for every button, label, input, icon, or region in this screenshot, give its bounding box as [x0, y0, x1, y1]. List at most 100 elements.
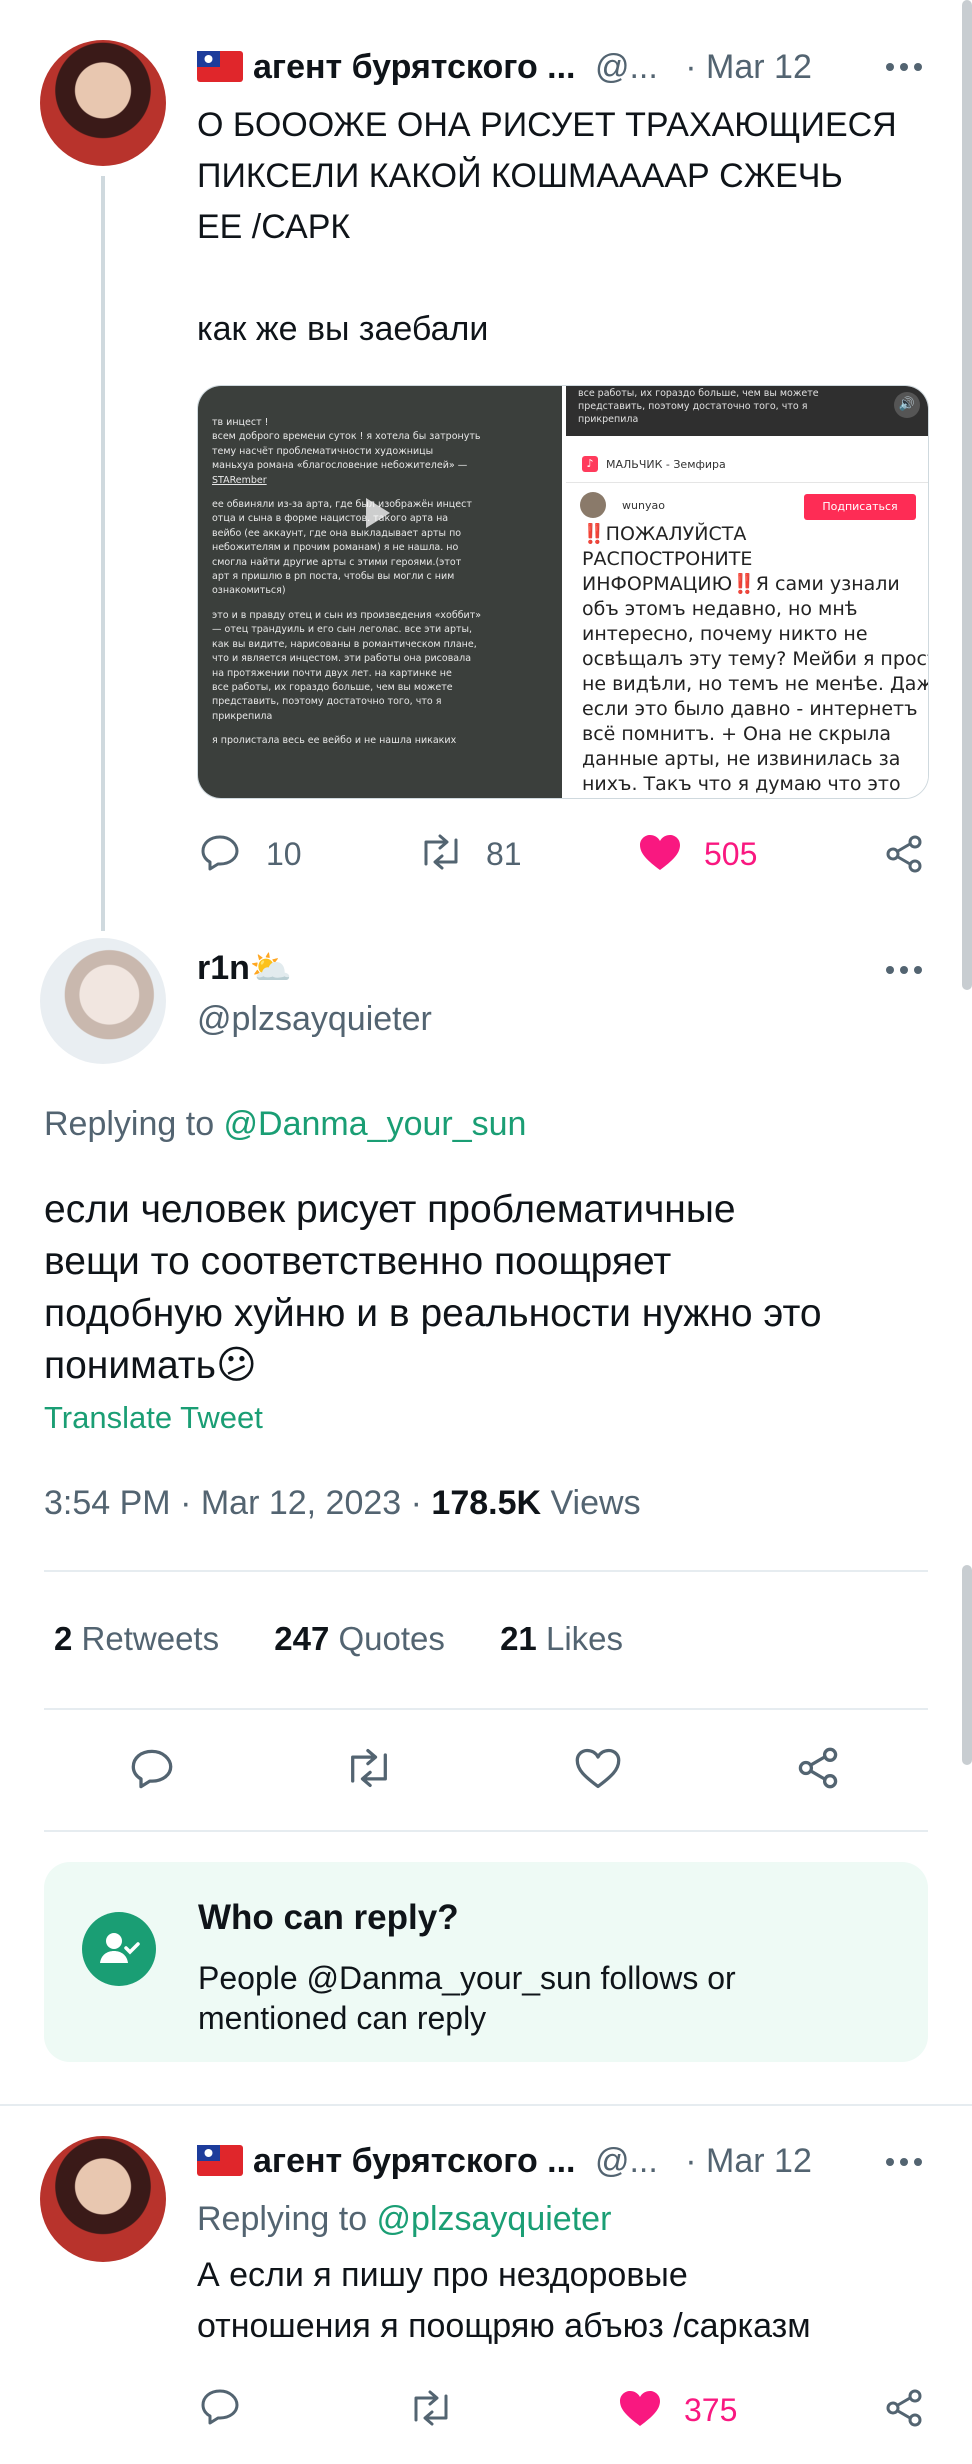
- music-note-icon: ♪: [582, 456, 598, 472]
- author-name[interactable]: агент бурятского ...: [253, 48, 576, 86]
- tweet-text-line: если человек рисует проблематичные: [44, 1188, 736, 1231]
- media-text: ‼️ПОЖАЛУЙСТА: [582, 523, 747, 545]
- heart-icon[interactable]: [574, 1748, 622, 1790]
- media-text: тему насчёт проблематичности художницы: [212, 445, 434, 457]
- quotes-stat[interactable]: 247 Quotes: [274, 1620, 445, 1657]
- share-icon[interactable]: [796, 1746, 840, 1790]
- share-icon[interactable]: [884, 834, 924, 874]
- tweet-date[interactable]: · Mar 12: [685, 2142, 812, 2180]
- replying-to-link[interactable]: @plzsayquieter: [377, 2200, 612, 2238]
- banner-line: mentioned can reply: [198, 2000, 487, 2036]
- media-text: STARember: [212, 474, 267, 486]
- avatar[interactable]: [40, 2136, 166, 2262]
- media-image-right[interactable]: все работы, их гораздо больше, чем вы мо…: [566, 386, 929, 798]
- media-text: РАСПОСТРОНИТЕ: [582, 548, 753, 570]
- retweets-count: 2: [54, 1620, 73, 1657]
- reply-count: 10: [266, 836, 302, 872]
- likes-count: 21: [500, 1620, 537, 1657]
- media-text: на протяжении почти двух лет. на картинк…: [212, 667, 452, 679]
- media-text: тв инцест !: [212, 417, 269, 428]
- reply-icon[interactable]: [200, 834, 240, 872]
- quotes-label: Quotes: [329, 1620, 445, 1657]
- media-text: представить, поэтому достаточно того, чт…: [578, 401, 808, 412]
- volume-icon[interactable]: 🔊: [894, 392, 920, 418]
- replying-prefix: Replying to: [197, 2200, 377, 2238]
- who-can-reply-banner: Who can reply? People @Danma_your_sun fo…: [44, 1862, 928, 2062]
- translate-link[interactable]: Translate Tweet: [44, 1400, 263, 1436]
- tweet-header: агент бурятского ... @... · Mar 12: [197, 2142, 812, 2186]
- tweet-text-line: А если я пишу про нездоровые: [197, 2256, 688, 2294]
- banner-title: Who can reply?: [198, 1898, 459, 1937]
- flag-icon: [197, 51, 243, 82]
- follow-button[interactable]: Подписаться: [804, 494, 916, 520]
- media-text: объ этомъ недавно, но мнѣ: [582, 598, 858, 620]
- retweet-icon[interactable]: [408, 2390, 454, 2426]
- reply-icon[interactable]: [200, 2388, 240, 2426]
- media-text: арт я пришлю в рп поста, чтобы вы могли …: [212, 571, 455, 583]
- tweet-text-line: как же вы заебали: [197, 310, 489, 348]
- retweet-icon[interactable]: [344, 1748, 394, 1788]
- tweet-timestamp: 3:54 PM · Mar 12, 2023 · 178.5K Views: [44, 1484, 641, 1523]
- tweet-media[interactable]: тв инцест ! всем доброго времени суток !…: [197, 385, 929, 799]
- reply-icon[interactable]: [130, 1748, 174, 1790]
- media-text: смогла найти другие арты с этими героями…: [212, 556, 462, 568]
- play-icon[interactable]: [366, 498, 390, 528]
- media-text: прикрепила: [212, 710, 273, 722]
- views-label: Views: [541, 1484, 641, 1522]
- media-text: — отец трандуиль и его сын леголас. все …: [212, 624, 473, 636]
- scrollbar-top[interactable]: [962, 0, 972, 990]
- tweet-text: О БОООЖЕ ОНА РИСУЕТ ТРАХАЮЩИЕСЯ ПИКСЕЛИ …: [197, 100, 897, 355]
- scrollbar-bottom[interactable]: [962, 1565, 972, 1765]
- avatar[interactable]: [40, 40, 166, 166]
- quotes-count: 247: [274, 1620, 330, 1657]
- media-text: всё помнитъ. + Она не скрыла: [582, 723, 892, 745]
- tiktok-username: wunyao: [622, 499, 665, 512]
- flag-icon: [197, 2145, 243, 2176]
- replying-to-link[interactable]: @Danma_your_sun: [224, 1105, 527, 1143]
- like-count: 375: [684, 2392, 738, 2428]
- retweets-stat[interactable]: 2 Retweets: [54, 1620, 219, 1657]
- author-handle[interactable]: @...: [595, 2142, 658, 2180]
- author-handle[interactable]: @plzsayquieter: [197, 1000, 432, 1039]
- avatar[interactable]: [40, 938, 166, 1064]
- media-text: ИНФОРМАЦИЮ‼️Я сами узнали: [582, 573, 900, 595]
- media-text: все работы, их гораздо больше, чем вы мо…: [578, 388, 819, 399]
- banner-line: People @Danma_your_sun follows or: [198, 1960, 736, 1996]
- media-text: данные арты, не извинилась за: [582, 748, 901, 770]
- author-handle[interactable]: @...: [595, 48, 658, 86]
- tweet-text-line: понимать😕: [44, 1344, 257, 1387]
- tweet-time[interactable]: 3:54 PM · Mar 12, 2023 ·: [44, 1484, 431, 1522]
- media-text: это и в правду отец и сын из произведени…: [212, 609, 482, 621]
- media-text: я пролистала весь ее вейбо и не нашла ни…: [212, 735, 457, 747]
- heart-icon-filled[interactable]: [618, 2390, 662, 2428]
- more-icon[interactable]: [884, 60, 924, 74]
- divider: [44, 1708, 928, 1710]
- tweet-text: А если я пишу про нездоровые отношения я…: [197, 2250, 811, 2352]
- retweets-label: Retweets: [72, 1620, 220, 1657]
- section-divider: [0, 2104, 972, 2106]
- author-name-text[interactable]: r1n⛅: [197, 949, 292, 987]
- more-icon[interactable]: [884, 963, 924, 977]
- media-text: всем доброго времени суток ! я хотела бы…: [212, 431, 481, 443]
- tweet-text-line: О БОООЖЕ ОНА РИСУЕТ ТРАХАЮЩИЕСЯ: [197, 106, 897, 144]
- share-icon[interactable]: [884, 2388, 924, 2428]
- author-name[interactable]: r1n⛅: [197, 948, 292, 988]
- tweet-date[interactable]: · Mar 12: [685, 48, 812, 86]
- likes-stat[interactable]: 21 Likes: [500, 1620, 623, 1657]
- retweet-icon[interactable]: [418, 834, 464, 870]
- more-icon[interactable]: [884, 2155, 924, 2169]
- heart-icon-filled[interactable]: [638, 834, 682, 872]
- media-text: что и является инцестом. эти работы она …: [212, 653, 472, 665]
- media-text: вейбо (ее аккаунт, где она выкладывает а…: [212, 527, 462, 539]
- tweet-text-line: отношения я поощряю абъюз /сарказм: [197, 2307, 811, 2345]
- engagement-stats: 2 Retweets 247 Quotes 21 Likes: [54, 1620, 623, 1658]
- divider: [44, 1830, 928, 1832]
- retweet-count: 81: [486, 836, 522, 872]
- media-text: все работы, их гораздо больше, чем вы мо…: [212, 681, 453, 693]
- media-text: освѣщалъ эту тему? Мейби я просто: [582, 648, 929, 670]
- likes-label: Likes: [536, 1620, 624, 1657]
- author-name[interactable]: агент бурятского ...: [253, 2142, 576, 2180]
- media-text: не видѣли, но темъ не менѣе. Даже: [582, 673, 929, 695]
- replying-to: Replying to @plzsayquieter: [197, 2200, 611, 2239]
- media-image-left[interactable]: тв инцест ! всем доброго времени суток !…: [198, 386, 562, 798]
